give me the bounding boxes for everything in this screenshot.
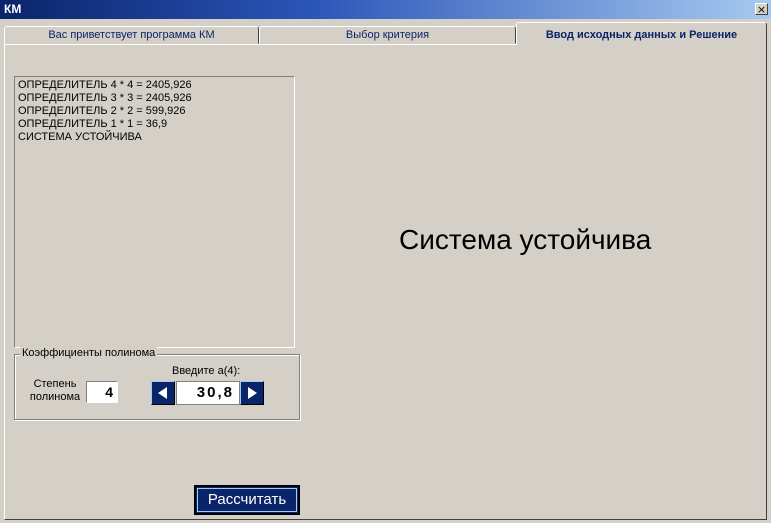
coefficient-value-field[interactable]: 30,8 — [176, 381, 240, 405]
tab-input-solution[interactable]: Ввод исходных данных и Решение — [516, 22, 767, 45]
prev-coefficient-button[interactable] — [151, 381, 175, 405]
arrow-right-icon — [248, 387, 257, 399]
log-line: ОПРЕДЕЛИТЕЛЬ 3 * 3 = 2405,926 — [18, 92, 192, 104]
degree-field[interactable]: 4 — [86, 381, 118, 403]
log-line: ОПРЕДЕЛИТЕЛЬ 2 * 2 = 599,926 — [18, 105, 186, 117]
window-title: КМ — [4, 2, 22, 16]
degree-label: Степень полинома — [29, 378, 81, 403]
tab-strip: Вас приветствует программа КМ Выбор крит… — [4, 22, 767, 45]
calculate-button[interactable]: Рассчитать — [194, 485, 300, 515]
enter-coefficient-label: Введите а(4): — [172, 365, 241, 377]
tab-welcome[interactable]: Вас приветствует программа КМ — [4, 26, 259, 44]
arrow-left-icon — [158, 387, 167, 399]
log-line: СИСТЕМА УСТОЙЧИВА — [18, 131, 142, 143]
tab-criterion[interactable]: Выбор критерия — [259, 26, 516, 44]
title-bar: КМ × — [0, 0, 771, 19]
results-log[interactable]: ОПРЕДЕЛИТЕЛЬ 4 * 4 = 2405,926 ОПРЕДЕЛИТЕ… — [14, 76, 295, 348]
result-text: Система устойчива — [399, 224, 652, 255]
log-line: ОПРЕДЕЛИТЕЛЬ 1 * 1 = 36,9 — [18, 118, 168, 130]
coefficients-group-label: Коэффициенты полинома — [20, 347, 158, 359]
close-button[interactable]: × — [755, 3, 768, 15]
next-coefficient-button[interactable] — [240, 381, 264, 405]
log-line: ОПРЕДЕЛИТЕЛЬ 4 * 4 = 2405,926 — [18, 79, 192, 91]
